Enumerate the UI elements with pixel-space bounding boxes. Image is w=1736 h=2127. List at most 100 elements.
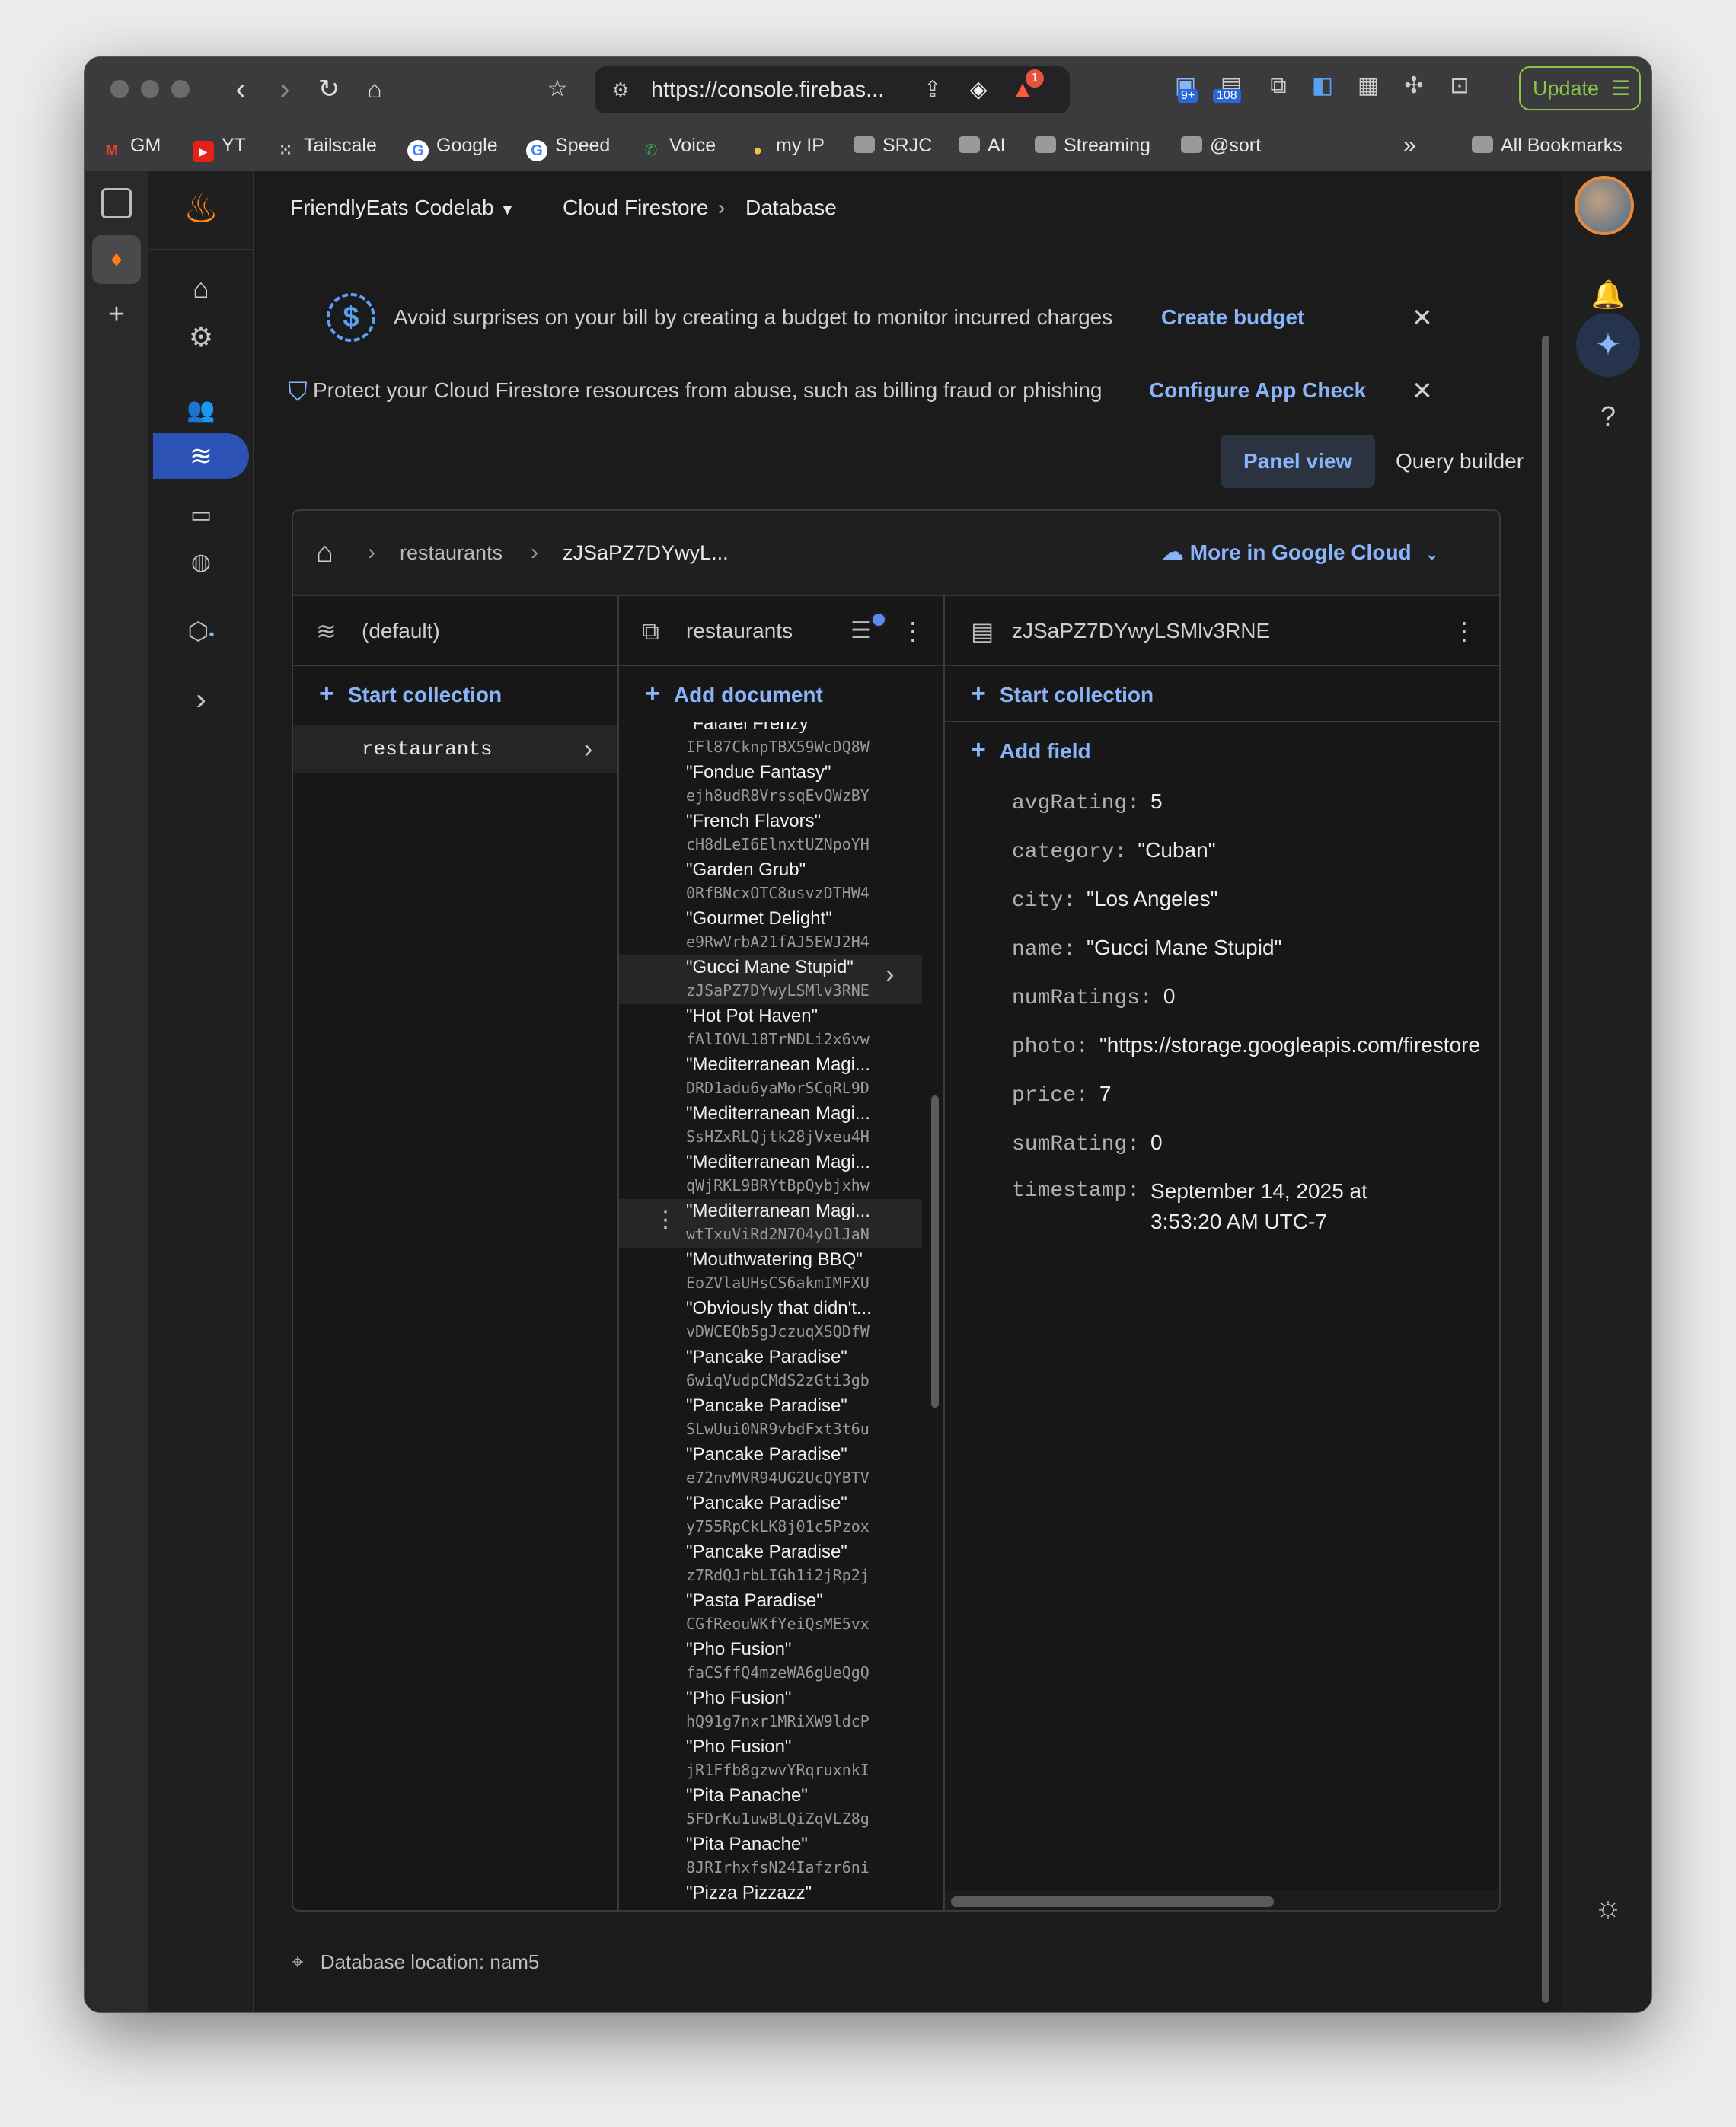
document-row[interactable]: "Pancake Paradise" 6wiqVudpCMdS2zGti3gb	[619, 1345, 922, 1394]
storage-icon[interactable]: ▭	[148, 493, 254, 538]
bookmark-icon[interactable]: ☆	[538, 68, 576, 110]
filter-icon[interactable]: ☰	[850, 596, 871, 666]
more-options-icon[interactable]: ⋮	[1452, 596, 1476, 666]
settings-icon[interactable]: ⚙	[148, 314, 254, 360]
document-row[interactable]: "Pho Fusion" faCSffQ4mzeWA6gUeQgQ	[619, 1638, 922, 1686]
start-collection-button[interactable]: + Start collection	[319, 666, 502, 721]
page-scrollbar-track[interactable]	[1539, 244, 1553, 2003]
scrollbar-thumb[interactable]	[931, 1095, 939, 1408]
document-row[interactable]: "Pancake Paradise" y755RpCkLK8j01c5Pzox	[619, 1491, 922, 1540]
update-button[interactable]: Update ☰	[1519, 66, 1641, 110]
bookmark-folder-sort[interactable]: @sort	[1181, 124, 1261, 167]
document-row[interactable]: "Pancake Paradise" z7RdQJrbLIGh1i2jRp2j	[619, 1540, 922, 1589]
list-item[interactable]: restaurants ›	[293, 725, 617, 773]
page-scrollbar-thumb[interactable]	[1542, 336, 1549, 2003]
sidebar-panel-icon[interactable]	[101, 188, 132, 218]
bookmark-folder-ai[interactable]: AI	[959, 124, 1006, 167]
document-row[interactable]: "Gucci Mane Stupid" zJSaPZ7DYwyLSMlv3RNE ›	[619, 955, 922, 1004]
expand-nav-icon[interactable]: ›	[148, 677, 254, 722]
wallet-icon[interactable]: ▦	[1351, 71, 1385, 101]
document-row[interactable]: "Pasta Paradise" CGfReouWKfYeiQsME5vx	[619, 1589, 922, 1638]
more-in-google-cloud-button[interactable]: ☁ More in Google Cloud ⌄	[1161, 534, 1439, 573]
tab-query-builder[interactable]: Query builder	[1373, 435, 1546, 488]
document-row[interactable]: "Falafel Frenzy" IFl87CknpTBX59WcDQ8W	[619, 722, 922, 761]
document-row[interactable]: "Garden Grub" 0RfBNcxOTC8usvzDTHW4	[619, 858, 922, 907]
bookmark-google[interactable]: G Google	[407, 124, 498, 167]
document-row[interactable]: "Pancake Paradise" SLwUui0NR9vbdFxt3t6u	[619, 1394, 922, 1443]
breadcrumb-cloud-firestore[interactable]: Cloud Firestore	[563, 171, 708, 244]
more-options-icon[interactable]: ⋮	[654, 1207, 677, 1233]
path-segment-document[interactable]: zJSaPZ7DYwyL...	[563, 534, 729, 572]
tab-manager-icon[interactable]: ⧉	[1262, 71, 1295, 101]
brave-shield-icon[interactable]: ◈	[963, 75, 994, 105]
document-row[interactable]: "Pizza Pizzazz"	[619, 1881, 922, 1910]
firebase-tab-icon[interactable]: ♦	[92, 235, 141, 284]
field-row[interactable]: numRatings: 0	[1012, 972, 1175, 1021]
gemini-icon[interactable]: ✦	[1576, 313, 1640, 377]
share-icon[interactable]: ⇪	[917, 75, 948, 105]
document-row[interactable]: "Pita Panache" 8JRIrhxfsN24Iafzr6ni	[619, 1832, 922, 1881]
path-segment-collection[interactable]: restaurants	[400, 534, 503, 572]
close-icon[interactable]: ×	[1412, 282, 1432, 352]
bookmark-yt[interactable]: ▶ YT	[193, 124, 246, 167]
document-row[interactable]: "French Flavors" cH8dLeI6ElnxtUZNpoYH	[619, 809, 922, 858]
start-collection-button[interactable]: + Start collection	[971, 666, 1154, 721]
site-settings-icon[interactable]: ⚙	[605, 75, 636, 105]
document-row[interactable]: "Hot Pot Haven" fAlIOVL18TrNDLi2x6vw	[619, 1004, 922, 1053]
project-selector[interactable]: FriendlyEats Codelab ▼	[290, 171, 515, 247]
back-icon[interactable]: ‹	[222, 68, 260, 110]
new-tab-icon[interactable]: +	[101, 293, 132, 336]
field-row[interactable]: photo: "https://storage.googleapis.com/fi…	[1012, 1021, 1480, 1070]
home-icon[interactable]: ⌂	[148, 266, 254, 311]
all-bookmarks-button[interactable]: All Bookmarks	[1472, 124, 1623, 167]
document-row[interactable]: "Gourmet Delight" e9RwVrbA21fAJ5EWJ2H4	[619, 907, 922, 955]
tab-panel-view[interactable]: Panel view	[1221, 435, 1376, 488]
hosting-icon[interactable]: ◍	[148, 540, 254, 585]
avatar[interactable]	[1575, 176, 1634, 235]
horizontal-scrollbar-thumb[interactable]	[951, 1896, 1274, 1907]
document-row[interactable]: "Pho Fusion" jR1Ffb8gzwvYRqruxnkI	[619, 1735, 922, 1784]
reload-icon[interactable]: ↻	[310, 68, 348, 110]
field-row[interactable]: category: "Cuban"	[1012, 826, 1216, 875]
add-field-button[interactable]: + Add field	[971, 722, 1091, 777]
notifications-icon[interactable]: 🔔	[1585, 272, 1631, 317]
bookmark-gm[interactable]: M GM	[101, 124, 161, 167]
forward-icon[interactable]: ›	[266, 68, 304, 110]
field-row[interactable]: sumRating: 0	[1012, 1118, 1163, 1167]
create-budget-link[interactable]: Create budget	[1161, 282, 1304, 352]
minimize-window-button[interactable]	[141, 80, 159, 98]
close-icon[interactable]: ×	[1412, 356, 1432, 426]
theme-toggle-icon[interactable]: ☼	[1585, 1884, 1631, 1930]
sidebar-toggle-icon[interactable]: ◧	[1306, 71, 1339, 101]
zoom-window-button[interactable]	[171, 80, 190, 98]
document-row[interactable]: "Mediterranean Magi... qWjRKL9BRYtBpQybjx…	[619, 1150, 922, 1199]
document-row[interactable]: "Mediterranean Magi... DRD1adu6yaMorSCqRL…	[619, 1053, 922, 1102]
document-row[interactable]: "Mediterranean Magi... wtTxuViRd2N7O4yOlJ…	[619, 1199, 922, 1248]
field-row[interactable]: name: "Gucci Mane Stupid"	[1012, 923, 1281, 972]
close-window-button[interactable]	[110, 80, 129, 98]
genkit-icon[interactable]: ⬡•	[148, 608, 254, 654]
firebase-logo-icon[interactable]: ♨	[148, 187, 254, 232]
address-bar[interactable]: ⚙ https://console.firebas... ⇪ ◈ ▲ 1	[595, 66, 1070, 113]
bookmark-speed[interactable]: G Speed	[526, 124, 610, 167]
horizontal-scrollbar-track[interactable]	[945, 1890, 1499, 1910]
more-options-icon[interactable]: ⋮	[901, 596, 925, 666]
authentication-icon[interactable]: 👥	[148, 387, 254, 433]
more-bookmarks-button[interactable]: »	[1403, 124, 1416, 167]
help-icon[interactable]: ?	[1585, 394, 1631, 439]
field-row[interactable]: timestamp: September 14, 2025 at 3:53:20 A…	[1012, 1167, 1367, 1233]
document-row[interactable]: "Obviously that didn't... vDWCEQb5gJczuqX…	[619, 1296, 922, 1345]
document-row[interactable]: "Mouthwatering BBQ" EoZVlaUHsCS6akmIMFXU	[619, 1248, 922, 1296]
screenshot-icon[interactable]: ⊡	[1443, 71, 1476, 101]
configure-app-check-link[interactable]: Configure App Check	[1149, 356, 1366, 426]
document-row[interactable]: "Fondue Fantasy" ejh8udR8VrssqEvQWzBY	[619, 761, 922, 809]
document-row[interactable]: "Pita Panache" 5FDrKu1uwBLQiZqVLZ8g	[619, 1784, 922, 1832]
bookmark-folder-srjc[interactable]: SRJC	[854, 124, 932, 167]
field-row[interactable]: avgRating: 5	[1012, 777, 1163, 826]
field-row[interactable]: price: 7	[1012, 1070, 1111, 1118]
bookmark-tailscale[interactable]: ⁙ Tailscale	[275, 124, 377, 167]
field-row[interactable]: city: "Los Angeles"	[1012, 875, 1217, 923]
bookmark-voice[interactable]: ✆ Voice	[640, 124, 716, 167]
document-row[interactable]: "Pho Fusion" hQ91g7nxr1MRiXW9ldcP	[619, 1686, 922, 1735]
home-icon[interactable]: ⌂	[356, 68, 394, 110]
